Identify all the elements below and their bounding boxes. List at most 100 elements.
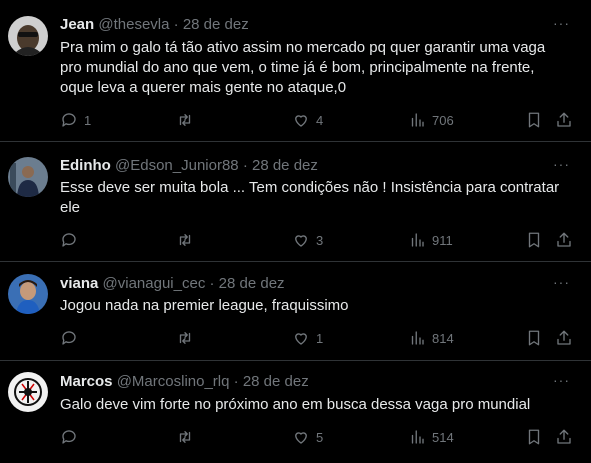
avatar[interactable] [8,274,48,314]
like-count: 5 [316,429,324,445]
speech-bubble-icon [62,430,76,444]
more-options-button[interactable]: ··· [553,156,571,176]
tweet-text: Galo deve vim forte no próximo ano em bu… [60,396,531,413]
views-count: 911 [432,232,453,248]
three-dots-icon: ··· [553,15,570,31]
like-button[interactable]: 5 [292,426,323,448]
reply-button[interactable] [60,229,84,251]
more-options-button[interactable]: ··· [553,274,571,294]
action-bar: 1 4 706 [0,109,591,131]
retweet-arrows-icon [179,431,191,443]
tweet-text: Pra mim o galo tá tão ativo assim no mer… [60,39,546,96]
like-button[interactable]: 3 [292,229,323,251]
tweet-text: Jogou nada na premier league, fraquissim… [60,297,349,314]
bookmark-icon [528,112,540,128]
more-options-button[interactable]: ··· [553,15,571,35]
bookmark-icon [528,330,540,346]
like-count: 1 [316,330,324,346]
action-bar: 3 911 [0,229,591,251]
reply-feed: Jean @thesevla · 28 de dez ··· Pra mim o… [0,0,591,463]
author-name[interactable]: Jean [60,16,94,33]
bar-chart-icon [411,331,424,345]
avatar[interactable] [8,157,48,197]
share-button[interactable] [555,426,573,448]
like-count: 3 [316,232,324,248]
heart-icon [295,115,307,127]
tweet-header: Edinho @Edson_Junior88 · 28 de dez [60,156,318,176]
like-count: 4 [316,112,324,128]
heart-icon [295,333,307,345]
tweet-header: viana @vianagui_cec · 28 de dez [60,274,285,294]
retweet-arrows-icon [179,114,191,126]
bookmark-button[interactable] [525,327,543,349]
author-name[interactable]: Edinho [60,157,111,174]
share-button[interactable] [555,109,573,131]
timestamp[interactable]: 28 de dez [252,157,318,174]
views-button[interactable]: 706 [408,109,454,131]
avatar[interactable] [8,372,48,412]
retweet-button[interactable] [176,109,200,131]
tweet-header: Marcos @Marcoslino_rlq · 28 de dez [60,372,309,392]
action-bar: 1 814 [0,327,591,349]
bar-chart-icon [411,430,424,444]
separator: · [173,16,179,33]
avatar[interactable] [8,16,48,56]
tweet[interactable]: Marcos @Marcoslino_rlq · 28 de dez ··· G… [0,361,591,463]
author-handle[interactable]: @Edson_Junior88 [115,157,239,174]
share-arrow-icon [557,429,571,444]
bookmark-icon [528,429,540,445]
views-button[interactable]: 814 [408,327,454,349]
bookmark-button[interactable] [525,229,543,251]
tweet[interactable]: Jean @thesevla · 28 de dez ··· Pra mim o… [0,0,591,142]
reply-button[interactable] [60,426,84,448]
views-count: 814 [432,330,454,346]
share-button[interactable] [555,327,573,349]
tweet-header: Jean @thesevla · 28 de dez [60,15,249,35]
author-handle[interactable]: @thesevla [98,16,169,33]
bookmark-button[interactable] [525,109,543,131]
separator: · [233,373,239,390]
share-arrow-icon [557,232,571,247]
separator: · [209,275,215,292]
author-name[interactable]: Marcos [60,373,113,390]
bookmark-button[interactable] [525,426,543,448]
speech-bubble-icon [62,331,76,345]
retweet-button[interactable] [176,426,200,448]
retweet-arrows-icon [179,234,191,246]
tweet[interactable]: Edinho @Edson_Junior88 · 28 de dez ··· E… [0,142,591,262]
author-handle[interactable]: @vianagui_cec [103,275,206,292]
heart-icon [295,432,307,444]
retweet-button[interactable] [176,327,200,349]
speech-bubble-icon [62,233,76,247]
reply-button[interactable] [60,327,84,349]
views-button[interactable]: 911 [408,229,453,251]
tweet[interactable]: viana @vianagui_cec · 28 de dez ··· Jogo… [0,262,591,361]
retweet-button[interactable] [176,229,200,251]
three-dots-icon: ··· [553,274,570,290]
author-name[interactable]: viana [60,275,98,292]
views-button[interactable]: 514 [408,426,454,448]
reply-button[interactable]: 1 [60,109,91,131]
more-options-button[interactable]: ··· [553,372,571,392]
timestamp[interactable]: 28 de dez [183,16,249,33]
tweet-text: Esse deve ser muita bola ... Tem condiçõ… [60,179,560,216]
speech-bubble-icon [62,113,76,127]
retweet-arrows-icon [179,332,191,344]
share-arrow-icon [557,112,571,127]
share-button[interactable] [555,229,573,251]
heart-icon [295,235,307,247]
views-count: 706 [432,112,454,128]
three-dots-icon: ··· [553,156,570,172]
bookmark-icon [528,232,540,248]
timestamp[interactable]: 28 de dez [219,275,285,292]
timestamp[interactable]: 28 de dez [243,373,309,390]
reply-count: 1 [84,112,92,128]
like-button[interactable]: 1 [292,327,323,349]
action-bar: 5 514 [0,426,591,448]
author-handle[interactable]: @Marcoslino_rlq [117,373,230,390]
separator: · [242,157,248,174]
share-arrow-icon [557,330,571,345]
like-button[interactable]: 4 [292,109,323,131]
bar-chart-icon [411,233,424,247]
views-count: 514 [432,429,454,445]
